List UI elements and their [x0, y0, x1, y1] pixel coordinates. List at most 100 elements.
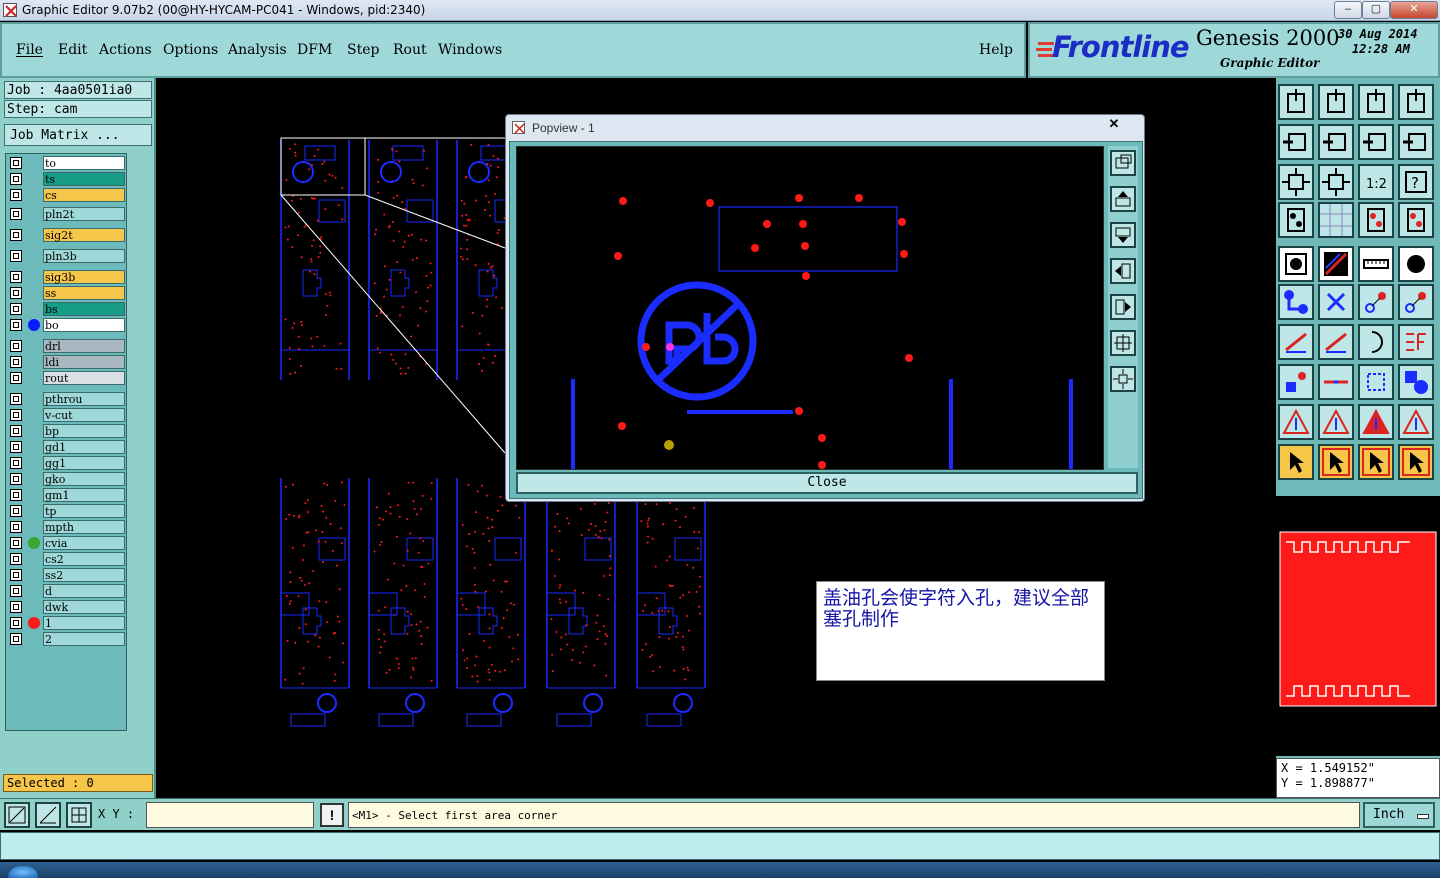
layer-checkbox[interactable]	[10, 340, 22, 352]
layer-row[interactable]: sig3b	[8, 270, 125, 284]
layer-row[interactable]: sig2t	[8, 228, 125, 242]
close-window-button[interactable]: ✕	[1390, 1, 1438, 19]
menu-step[interactable]: Step	[347, 42, 379, 58]
snap-icon[interactable]	[4, 802, 30, 828]
layer-row[interactable]: gm1	[8, 488, 125, 502]
layer-checkbox[interactable]	[10, 425, 22, 437]
edit-line-icon[interactable]	[1318, 246, 1354, 282]
menu-edit[interactable]: Edit	[58, 42, 87, 58]
popview-canvas[interactable]	[516, 146, 1104, 470]
net-connect-icon[interactable]	[1278, 284, 1314, 320]
layer-checkbox[interactable]	[10, 473, 22, 485]
layer-checkbox[interactable]	[10, 489, 22, 501]
draw-line-icon[interactable]	[1318, 324, 1354, 360]
layer-row[interactable]: rout	[8, 371, 125, 385]
scale-1-2-icon[interactable]: 1:2	[1358, 164, 1394, 200]
layer-row[interactable]: gg1	[8, 456, 125, 470]
help-icon[interactable]: ?	[1398, 164, 1434, 200]
copy-feature-icon[interactable]	[1398, 284, 1434, 320]
menu-file[interactable]: File	[16, 42, 43, 58]
layer-checkbox[interactable]	[10, 189, 22, 201]
layer-checkbox[interactable]	[10, 521, 22, 533]
pointer-icon[interactable]	[1278, 444, 1314, 480]
pop-zoom-fit-icon[interactable]	[1110, 150, 1136, 176]
layer-row[interactable]: gd1	[8, 440, 125, 454]
popview-close-x[interactable]: ✕	[1090, 115, 1138, 133]
pop-pan-up-icon[interactable]	[1110, 186, 1136, 212]
layer-row[interactable]: bp	[8, 424, 125, 438]
layer-row[interactable]: gko	[8, 472, 125, 486]
layer-checkbox[interactable]	[10, 303, 22, 315]
layer-row[interactable]: bs	[8, 302, 125, 316]
symbol-flip-icon[interactable]	[1398, 324, 1434, 360]
menu-options[interactable]: Options	[163, 42, 218, 58]
mirror-icon[interactable]	[1358, 124, 1394, 160]
route-path-icon[interactable]	[1398, 444, 1434, 480]
layer-row[interactable]: bo	[8, 318, 125, 332]
layer-row[interactable]: dwk	[8, 600, 125, 614]
layer-checkbox[interactable]	[10, 173, 22, 185]
pop-pan-left-icon[interactable]	[1110, 258, 1136, 284]
record-icon[interactable]	[1398, 246, 1434, 282]
layer-checkbox[interactable]	[10, 505, 22, 517]
layer-checkbox[interactable]	[10, 157, 22, 169]
menu-actions[interactable]: Actions	[99, 42, 152, 58]
ruler-icon[interactable]	[1358, 246, 1394, 282]
layer-checkbox[interactable]	[10, 553, 22, 565]
open-job-icon[interactable]	[1278, 84, 1314, 120]
layer-checkbox[interactable]	[10, 271, 22, 283]
zoom-center-icon[interactable]	[1318, 164, 1354, 200]
layer-row[interactable]: ss2	[8, 568, 125, 582]
layer-checkbox[interactable]	[10, 633, 22, 645]
undo-arc-icon[interactable]	[1358, 324, 1394, 360]
resize-icon[interactable]	[1358, 364, 1394, 400]
layer-compare-icon[interactable]	[1358, 202, 1394, 238]
layer-row[interactable]: cs	[8, 188, 125, 202]
layer-row[interactable]: pln2t	[8, 207, 125, 221]
layer-row[interactable]: pln3b	[8, 249, 125, 263]
xy-input[interactable]	[146, 802, 314, 828]
layer-row[interactable]: cvia	[8, 536, 125, 550]
pop-pan-right-icon[interactable]	[1110, 294, 1136, 320]
select-lasso-icon[interactable]	[1358, 444, 1394, 480]
triangle-arrow-icon[interactable]	[1318, 404, 1354, 440]
home-icon[interactable]	[1358, 84, 1394, 120]
angle-line-icon[interactable]	[1278, 324, 1314, 360]
dash-line-icon[interactable]	[1318, 364, 1354, 400]
layer-row[interactable]: tp	[8, 504, 125, 518]
layer-row[interactable]: to	[8, 156, 125, 170]
window-layout-icon[interactable]	[1398, 84, 1434, 120]
layer-checkbox[interactable]	[10, 441, 22, 453]
rotate-icon[interactable]	[1398, 124, 1434, 160]
layer-row[interactable]: ts	[8, 172, 125, 186]
layer-checkbox[interactable]	[10, 372, 22, 384]
grid-view-icon[interactable]	[1318, 202, 1354, 238]
triangle-outline-icon[interactable]	[1278, 404, 1314, 440]
job-matrix-button[interactable]: Job Matrix ...	[4, 124, 152, 146]
layer-row[interactable]: 1	[8, 616, 125, 630]
layer-row[interactable]: mpth	[8, 520, 125, 534]
layer-checkbox[interactable]	[10, 287, 22, 299]
popview-close-button[interactable]: Close	[516, 472, 1138, 494]
menu-dfm[interactable]: DFM	[297, 42, 332, 58]
layer-checkbox[interactable]	[10, 409, 22, 421]
layer-checkbox[interactable]	[10, 617, 22, 629]
tool-settings-icon[interactable]	[1278, 202, 1314, 238]
measure-icon[interactable]	[35, 802, 61, 828]
layer-checkbox[interactable]	[10, 569, 22, 581]
layer-row[interactable]: ldi	[8, 355, 125, 369]
pan-right-icon[interactable]	[1318, 124, 1354, 160]
layer-checkbox[interactable]	[10, 356, 22, 368]
pop-zoom-in-icon[interactable]	[1110, 330, 1136, 356]
triangle-fill-icon[interactable]	[1358, 404, 1394, 440]
layer-checkbox[interactable]	[10, 250, 22, 262]
pop-zoom-out-icon[interactable]	[1110, 366, 1136, 392]
menu-rout[interactable]: Rout	[393, 42, 427, 58]
layer-checkbox[interactable]	[10, 229, 22, 241]
warning-icon[interactable]: !	[320, 803, 344, 827]
layer-checkbox[interactable]	[10, 537, 22, 549]
layer-row[interactable]: drl	[8, 339, 125, 353]
layer-row[interactable]: cs2	[8, 552, 125, 566]
start-orb-icon[interactable]	[8, 866, 38, 878]
menu-help[interactable]: Help	[979, 42, 1013, 58]
